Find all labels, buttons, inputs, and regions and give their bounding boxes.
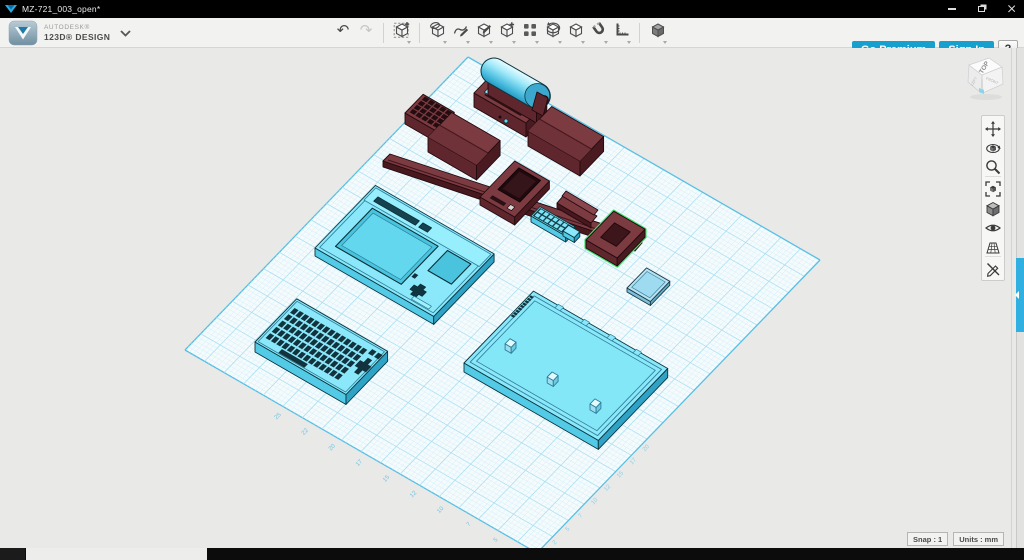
start-button[interactable] xyxy=(0,548,25,560)
toolbar-transform-icon[interactable] xyxy=(393,21,411,45)
dropdown-caret-icon xyxy=(407,41,411,44)
toolbar-primitives-icon[interactable] xyxy=(429,21,447,45)
123d-design-window: MZ-721_003_open* AUTODESK® 123D® DESIGN xyxy=(0,0,1024,560)
grid-ruler-label: 12 xyxy=(409,490,418,499)
brand-line-2: 123D® DESIGN xyxy=(44,33,110,42)
dropdown-caret-icon xyxy=(604,41,608,44)
toolbar-sketch-icon[interactable] xyxy=(452,21,470,45)
toolbar-construct-icon[interactable] xyxy=(498,21,516,45)
scrollbar-thumb[interactable] xyxy=(1016,258,1024,332)
shaded-icon[interactable] xyxy=(985,201,1001,217)
titlebar: MZ-721_003_open* xyxy=(0,0,1024,18)
toolbar-text-icon[interactable] xyxy=(475,21,493,45)
grid-ruler-label: 20 xyxy=(642,443,651,452)
toolbar-snap-icon[interactable] xyxy=(590,21,608,45)
close-button[interactable] xyxy=(1005,3,1018,16)
toolbar-materials-icon[interactable] xyxy=(649,21,667,45)
app-triangle-icon xyxy=(4,3,18,15)
pan-icon[interactable] xyxy=(985,121,1001,137)
snap-setting[interactable]: Snap : 1 xyxy=(907,532,948,546)
nav-separator xyxy=(985,256,1001,257)
nav-separator xyxy=(985,176,1001,177)
dropdown-caret-icon xyxy=(466,41,470,44)
toolbar-separator xyxy=(639,23,640,43)
3d-scene[interactable]: 25222017151210752571012151720 xyxy=(0,48,1024,548)
grid-ruler-label: 15 xyxy=(382,474,391,483)
ground-grid[interactable] xyxy=(185,57,820,548)
dropdown-caret-icon xyxy=(535,41,539,44)
grid-ruler-label: 5 xyxy=(493,537,500,544)
visibility-icon[interactable] xyxy=(985,220,1001,236)
panel-divider xyxy=(1011,48,1012,548)
main-toolbar: AUTODESK® 123D® DESIGN ↶↷ Go Premium Sig… xyxy=(0,18,1024,48)
grid-ruler-label: 10 xyxy=(436,505,445,514)
os-taskbar xyxy=(0,548,1024,560)
minimize-button[interactable] xyxy=(945,3,958,16)
grid-ruler-label: 22 xyxy=(301,427,310,436)
chevron-down-icon xyxy=(120,30,131,37)
scrollbar-arrow-icon xyxy=(1015,291,1019,299)
zoom-icon[interactable] xyxy=(985,159,1001,175)
navigation-toolbar xyxy=(981,115,1005,281)
grid-ruler-label: 5 xyxy=(565,526,572,533)
dropdown-caret-icon xyxy=(443,41,447,44)
grid-ruler-label: 12 xyxy=(603,483,612,492)
grid-ruler-label: 2 xyxy=(552,539,559,546)
toolbar-measure-icon[interactable] xyxy=(613,21,631,45)
toolbar-icon-row: ↶↷ xyxy=(331,21,669,45)
viewport[interactable]: 25222017151210752571012151720 TOP LEFT F… xyxy=(0,48,1024,548)
toolbar-separator xyxy=(383,23,384,43)
part-printer-led-dark[interactable] xyxy=(499,116,502,119)
dropdown-caret-icon xyxy=(627,41,631,44)
grid-ruler-label: 10 xyxy=(590,497,599,506)
toolbar-redo-icon[interactable]: ↷ xyxy=(357,21,375,45)
grid-ruler-label: 7 xyxy=(578,512,585,519)
app-menu-button[interactable]: AUTODESK® 123D® DESIGN xyxy=(8,20,131,46)
grid-ruler-label: 25 xyxy=(274,412,283,421)
toolbar-undo-icon[interactable]: ↶ xyxy=(334,21,352,45)
sketch-visibility-icon[interactable] xyxy=(985,261,1001,277)
view-cube[interactable]: TOP LEFT FRONT xyxy=(956,52,1012,106)
toolbar-combine-icon[interactable] xyxy=(567,21,585,45)
dropdown-caret-icon xyxy=(512,41,516,44)
123d-logo-icon xyxy=(8,20,38,46)
toolbar-pattern-icon[interactable] xyxy=(521,21,539,45)
grid-ruler-label: 20 xyxy=(328,443,337,452)
grid-ruler-label: 17 xyxy=(629,457,638,466)
window-title: MZ-721_003_open* xyxy=(22,4,100,14)
svg-text:↷: ↷ xyxy=(359,21,372,39)
dropdown-caret-icon xyxy=(663,41,667,44)
dropdown-caret-icon xyxy=(558,41,562,44)
right-scrollbar[interactable] xyxy=(1016,48,1024,548)
grid-ruler-label: 15 xyxy=(616,470,625,479)
dropdown-caret-icon xyxy=(489,41,493,44)
dropdown-caret-icon xyxy=(581,41,585,44)
grid-icon[interactable] xyxy=(985,240,1001,256)
orbit-icon[interactable] xyxy=(985,140,1001,156)
brand-line-1: AUTODESK® xyxy=(44,25,110,32)
units-setting[interactable]: Units : mm xyxy=(953,532,1004,546)
grid-ruler-label: 17 xyxy=(355,459,364,468)
restore-button[interactable] xyxy=(975,3,988,16)
part-printer-led[interactable] xyxy=(504,119,508,123)
toolbar-separator xyxy=(419,23,420,43)
fit-icon[interactable] xyxy=(985,181,1001,197)
toolbar-grouping-icon[interactable] xyxy=(544,21,562,45)
svg-text:↶: ↶ xyxy=(336,21,349,39)
grid-ruler-label: 7 xyxy=(466,521,473,528)
taskbar-app-button[interactable] xyxy=(26,548,207,560)
